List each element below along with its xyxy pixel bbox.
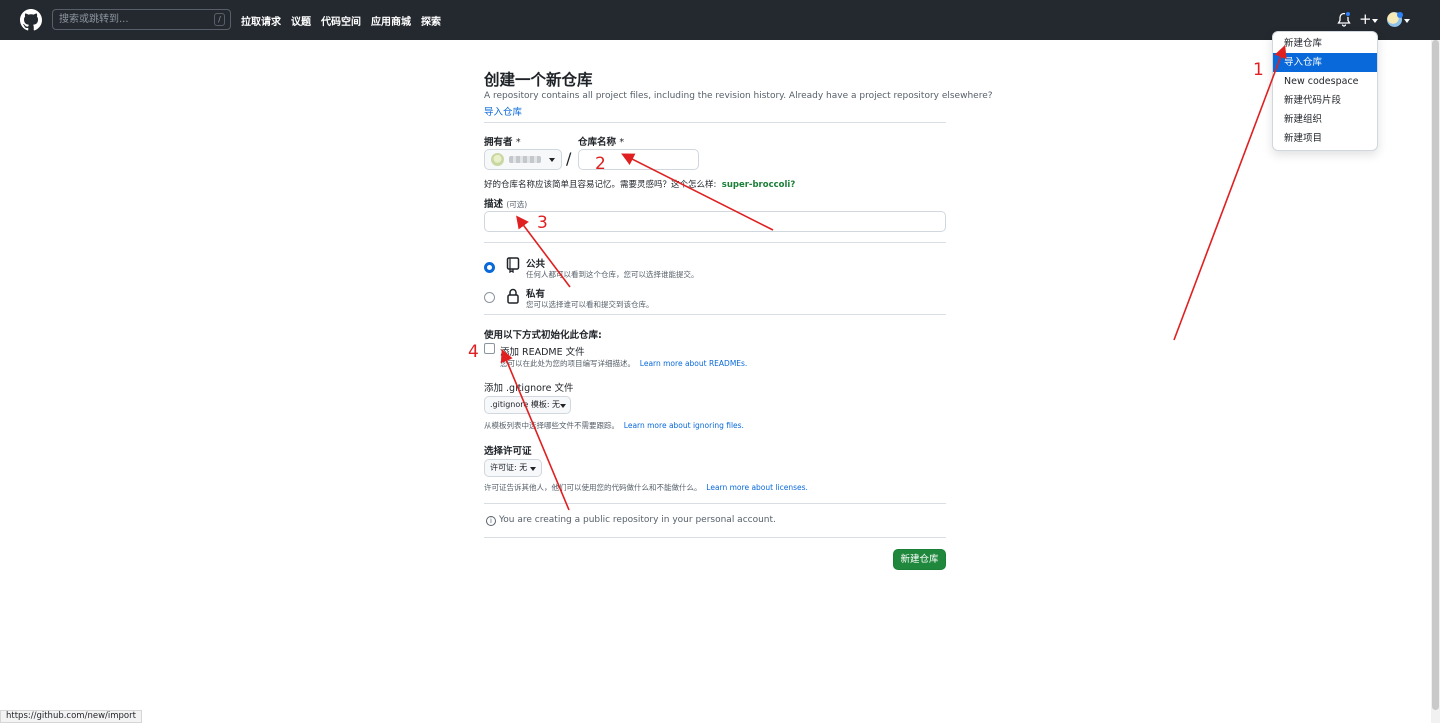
- nav-pull-requests[interactable]: 拉取请求: [241, 13, 281, 28]
- private-radio[interactable]: [484, 292, 495, 303]
- search-input[interactable]: [59, 10, 209, 29]
- notification-indicator: [1345, 11, 1351, 17]
- gitignore-help-text: 从模板列表中选择哪些文件不需要跟踪。 Learn more about igno…: [484, 421, 744, 430]
- create-new-dropdown: 新建仓库 导入仓库 New codespace 新建代码片段 新建组织 新建项目: [1272, 31, 1378, 151]
- repo-icon: [506, 257, 520, 273]
- create-repository-button[interactable]: 新建仓库: [893, 549, 946, 570]
- lock-icon: [507, 288, 519, 304]
- create-new-plus-icon[interactable]: +: [1359, 11, 1372, 27]
- divider: [484, 537, 946, 538]
- nav-issues[interactable]: 议题: [291, 13, 311, 28]
- divider: [484, 503, 946, 504]
- license-learn-more-link[interactable]: Learn more about licenses.: [706, 483, 808, 492]
- gitignore-label: 添加 .gitignore 文件: [484, 383, 574, 394]
- license-select[interactable]: 许可证: 无: [484, 459, 542, 477]
- description-label: 描述 (可选): [484, 199, 528, 210]
- divider: [484, 314, 946, 315]
- readme-help-text: 您可以在此处为您的项目编写详细描述。 Learn more about READ…: [500, 359, 748, 368]
- public-description: 任何人都可以看到这个仓库，您可以选择谁能提交。: [526, 270, 699, 279]
- chevron-down-icon: [530, 467, 536, 471]
- menu-item-new-organization[interactable]: 新建组织: [1273, 110, 1377, 129]
- chevron-down-icon: [549, 158, 555, 162]
- annotation-number-4: 4: [468, 342, 479, 362]
- owner-select-button[interactable]: [484, 149, 562, 170]
- public-radio[interactable]: [484, 262, 495, 273]
- chevron-down-icon[interactable]: [1372, 19, 1378, 23]
- public-title: 公共: [526, 259, 546, 270]
- license-help-text: 许可证告诉其他人，他们可以使用您的代码做什么和不能做什么。 Learn more…: [484, 483, 808, 492]
- name-suggestion[interactable]: super-broccoli?: [722, 180, 795, 190]
- annotation-number-1: 1: [1253, 60, 1264, 80]
- menu-item-import-repository[interactable]: 导入仓库: [1273, 53, 1377, 72]
- menu-item-new-codespace[interactable]: New codespace: [1273, 72, 1377, 91]
- divider: [484, 242, 946, 243]
- owner-avatar: [491, 153, 504, 166]
- repo-name-hint: 好的仓库名称应该简单且容易记忆。需要灵感吗？这个怎么样: super-brocc…: [484, 180, 796, 190]
- status-url: https://github.com/new/import: [0, 710, 142, 723]
- menu-item-new-project[interactable]: 新建项目: [1273, 129, 1377, 148]
- public-repo-notice: i You are creating a public repository in…: [486, 515, 776, 526]
- search-shortcut-key: /: [214, 13, 225, 26]
- private-title: 私有: [526, 289, 546, 300]
- repo-name-label: 仓库名称 *: [578, 137, 625, 148]
- page-title: 创建一个新仓库: [484, 71, 593, 89]
- readme-learn-more-link[interactable]: Learn more about READMEs.: [640, 359, 748, 368]
- import-repository-link[interactable]: 导入仓库: [484, 104, 522, 118]
- add-readme-checkbox[interactable]: [484, 343, 495, 354]
- menu-item-new-gist[interactable]: 新建代码片段: [1273, 91, 1377, 110]
- nav-explore[interactable]: 探索: [421, 13, 441, 28]
- annotation-number-2: 2: [595, 154, 606, 174]
- gitignore-learn-more-link[interactable]: Learn more about ignoring files.: [624, 421, 744, 430]
- search-box[interactable]: /: [52, 9, 231, 30]
- initialize-label: 使用以下方式初始化此仓库:: [484, 330, 602, 341]
- license-label: 选择许可证: [484, 446, 532, 457]
- add-readme-label[interactable]: 添加 README 文件: [500, 344, 585, 358]
- chevron-down-icon[interactable]: [1404, 19, 1410, 23]
- scrollbar-thumb[interactable]: [1432, 40, 1439, 710]
- info-icon: i: [486, 516, 496, 526]
- owner-repo-separator: /: [566, 149, 572, 168]
- chevron-down-icon: [560, 404, 566, 408]
- owner-name-redacted: [509, 156, 541, 163]
- github-logo-icon[interactable]: [20, 9, 42, 31]
- main-nav: 拉取请求 议题 代码空间 应用商城 探索: [241, 13, 441, 28]
- owner-label: 拥有者 *: [484, 137, 521, 148]
- annotation-number-3: 3: [537, 213, 548, 233]
- description-input[interactable]: [484, 211, 946, 232]
- top-header: / 拉取请求 议题 代码空间 应用商城 探索 +: [0, 0, 1440, 40]
- divider: [484, 122, 946, 123]
- page-subtitle: A repository contains all project files,…: [484, 91, 993, 101]
- private-description: 您可以选择谁可以看和提交到该仓库。: [526, 300, 654, 309]
- nav-marketplace[interactable]: 应用商城: [371, 13, 411, 28]
- avatar-status-indicator: [1397, 12, 1403, 18]
- menu-item-new-repository[interactable]: 新建仓库: [1273, 34, 1377, 53]
- nav-codespaces[interactable]: 代码空间: [321, 13, 361, 28]
- annotation-arrow-1: [1173, 45, 1287, 341]
- gitignore-template-select[interactable]: .gitignore 模板: 无: [484, 396, 571, 414]
